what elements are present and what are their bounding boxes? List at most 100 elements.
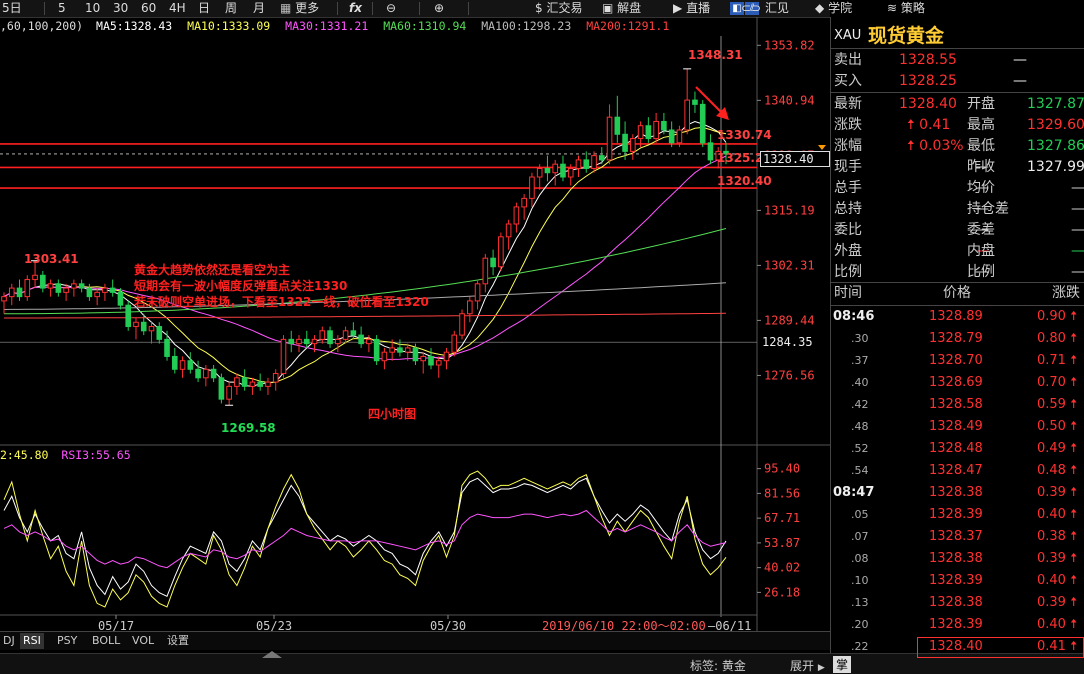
candles — [1, 68, 729, 406]
candle-body — [451, 334, 458, 353]
candle-body — [428, 355, 434, 366]
zoom-out-icon[interactable]: ⊖ — [386, 0, 396, 17]
quote-panel: XAU 现货黄金 卖出 1328.55 — 买入 1328.25 — 最新 132… — [830, 17, 1084, 658]
rsi-legend: 2:45.80 RSI3:55.65 — [0, 448, 131, 463]
tab-boll[interactable]: BOLL — [89, 633, 123, 649]
candle-body — [630, 138, 636, 152]
layout-icon[interactable]: ◧ — [730, 2, 744, 15]
tick-row[interactable]: .10 1328.39 0.40 🠅 — [831, 570, 1084, 592]
ma30-value: MA30:1331.21 — [285, 19, 369, 33]
stat-label: 委差 — [967, 222, 995, 238]
candle-body — [241, 377, 248, 387]
candle-body — [350, 330, 357, 336]
tick-row[interactable]: .13 1328.38 0.39 🠅 — [831, 592, 1084, 614]
candle-body — [513, 206, 520, 225]
horizontal-levels — [0, 143, 757, 189]
candle-body — [389, 347, 395, 353]
tick-price: 1328.38 — [929, 485, 983, 500]
period-month[interactable]: 月 — [253, 0, 265, 17]
candle-body — [505, 223, 512, 238]
tick-price: 1328.70 — [929, 353, 983, 368]
tab-dj[interactable]: DJ — [0, 633, 18, 649]
tick-row[interactable]: .54 1328.47 0.48 🠅 — [831, 460, 1084, 482]
tick-change: 0.80 🠅 — [1037, 331, 1078, 346]
ma10-line — [3, 126, 727, 384]
annotation-line-1: 黄金大趋势依然还是看空为主 — [134, 263, 291, 277]
period-60min[interactable]: 60 — [141, 0, 156, 17]
tick-row[interactable]: .05 1328.39 0.40 🠅 — [831, 504, 1084, 526]
period-5day[interactable]: 5日 — [2, 0, 22, 17]
tick-time: .22 — [851, 640, 869, 653]
tick-row[interactable]: .08 1328.38 0.39 🠅 — [831, 548, 1084, 570]
tick-row[interactable]: 08:47 1328.38 0.39 🠅 — [831, 482, 1084, 504]
stat-value: — — [1071, 243, 1084, 259]
tab-settings[interactable]: 设置 — [164, 633, 192, 649]
period-10min[interactable]: 10 — [85, 0, 100, 17]
more-icon: ▦ — [280, 1, 292, 15]
candle-body — [272, 373, 279, 383]
sell-row: 卖出 1328.55 — — [831, 50, 1084, 71]
period-5min[interactable]: 5 — [58, 0, 66, 17]
tick-time: 08:47 — [833, 485, 875, 500]
high-label: 1348.31 — [688, 48, 743, 62]
tick-row[interactable]: .30 1328.79 0.80 🠅 — [831, 328, 1084, 350]
period-day[interactable]: 日 — [198, 0, 210, 17]
candle-body — [164, 338, 170, 357]
candle-body — [335, 338, 341, 345]
tick-row[interactable]: .52 1328.48 0.49 🠅 — [831, 438, 1084, 460]
buy-price: 1328.25 — [899, 73, 957, 89]
candle-body — [404, 347, 411, 353]
rsi-tick-label: 26.18 — [764, 585, 800, 599]
tick-header-price: 价格 — [943, 285, 971, 301]
sell-volume: — — [1013, 52, 1027, 68]
candle-body — [32, 274, 38, 281]
tick-row[interactable]: .20 1328.39 0.40 🠅 — [831, 614, 1084, 636]
stat-value: 🠅 0.03% — [907, 138, 964, 154]
tick-row[interactable]: 08:46 1328.89 0.90 🠅 — [831, 306, 1084, 328]
crosshair-time-label: 2019/06/10 22:00～02:00 — [542, 619, 706, 631]
candle-body — [598, 155, 605, 161]
candle-body — [684, 99, 690, 131]
keyboard-button[interactable]: 掌 — [833, 656, 852, 673]
price-tick-label: 1315.19 — [764, 203, 815, 217]
period-week[interactable]: 周 — [225, 0, 237, 17]
alert-marker-icon — [818, 145, 826, 150]
tick-change: 0.40 🠅 — [1037, 507, 1078, 522]
candle-body — [311, 338, 318, 345]
chart-area[interactable]: 1353.821340.941328.071315.191302.311289.… — [0, 17, 830, 631]
tag-label: 标签: 黄金 — [690, 659, 746, 673]
tick-row[interactable]: .42 1328.58 0.59 🠅 — [831, 394, 1084, 416]
tick-change: 0.59 🠅 — [1037, 397, 1078, 412]
tick-price: 1328.37 — [929, 529, 983, 544]
chart-mode-icon[interactable]: ⫽ — [745, 2, 759, 15]
tab-psy[interactable]: PSY — [54, 633, 80, 649]
tick-row[interactable]: .40 1328.69 0.70 🠅 — [831, 372, 1084, 394]
strategy-button[interactable]: ≋ 策略 — [887, 0, 925, 17]
stat-label: 现手 — [834, 159, 862, 175]
tick-change: 0.71 🠅 — [1037, 353, 1078, 368]
tick-row[interactable]: .07 1328.37 0.38 🠅 — [831, 526, 1084, 548]
tick-row[interactable]: .37 1328.70 0.71 🠅 — [831, 350, 1084, 372]
tick-row[interactable]: .22 1328.40 0.41 🠅 — [831, 636, 1084, 658]
candle-body — [397, 347, 403, 353]
stat-label: 总手 — [834, 180, 862, 196]
tick-change: 0.50 🠅 — [1037, 419, 1078, 434]
tab-rsi[interactable]: RSI — [20, 633, 44, 649]
collapse-arrow-icon[interactable] — [262, 651, 282, 658]
fx-button[interactable]: fx — [349, 0, 362, 17]
more-button[interactable]: ▦ 更多 — [280, 0, 319, 17]
period-4h[interactable]: 4H — [169, 0, 186, 17]
tick-time: .40 — [851, 376, 869, 389]
tick-price: 1328.49 — [929, 419, 983, 434]
tick-row[interactable]: .48 1328.49 0.50 🠅 — [831, 416, 1084, 438]
tick-header-change: 涨跌 — [1052, 285, 1080, 301]
tab-vol[interactable]: VOL — [129, 633, 157, 649]
candle-body — [226, 385, 232, 400]
sell-label: 卖出 — [834, 52, 862, 68]
zoom-in-icon[interactable]: ⊕ — [434, 0, 444, 17]
expand-button[interactable]: 展开 ▶ — [790, 657, 825, 674]
period-30min[interactable]: 30 — [113, 0, 128, 17]
indicator-tabs: DJ RSI PSY BOLL VOL 设置 — [0, 631, 830, 650]
academy-label: 学院 — [828, 1, 853, 15]
ma200-value: MA200:1291.1 — [586, 19, 670, 33]
